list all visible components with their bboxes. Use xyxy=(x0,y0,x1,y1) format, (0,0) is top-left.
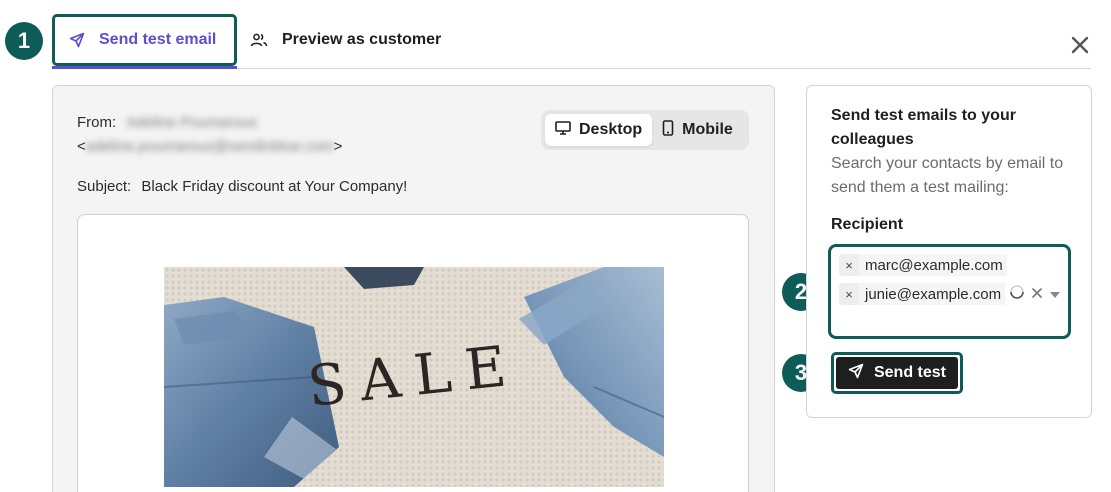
from-label: From: xyxy=(77,114,117,131)
active-tab-indicator xyxy=(52,66,237,69)
sale-hero-image: SALE xyxy=(164,267,664,487)
recipient-input[interactable]: × marc@example.com × junie@example.com xyxy=(828,244,1071,339)
users-icon xyxy=(250,32,268,48)
clear-icon[interactable] xyxy=(1031,286,1043,304)
monitor-icon xyxy=(555,120,571,140)
from-name: Adeline Poumarous xyxy=(126,114,258,131)
recipient-chip: × marc@example.com xyxy=(839,254,1007,276)
subject-label: Subject: xyxy=(77,178,132,195)
tab-send-test-label: Send test email xyxy=(99,31,217,48)
from-address-row: <adeline.poumarous@sendinblue.com> xyxy=(77,138,342,155)
email-preview-panel: From: Adeline Poumarous <adeline.poumaro… xyxy=(52,85,775,492)
recipient-label: Recipient xyxy=(831,216,904,233)
from-address-close: > xyxy=(333,138,343,155)
desktop-label: Desktop xyxy=(579,121,643,138)
send-icon xyxy=(848,363,864,384)
loading-spinner-icon xyxy=(1009,284,1025,305)
email-content-frame: SALE xyxy=(77,214,749,492)
subject-row: Subject: Black Friday discount at Your C… xyxy=(77,178,407,195)
phone-icon xyxy=(662,119,674,141)
send-test-description: Search your contacts by email to send th… xyxy=(831,155,1064,196)
mobile-button[interactable]: Mobile xyxy=(652,114,743,146)
desktop-button[interactable]: Desktop xyxy=(545,114,653,146)
recipient-email: junie@example.com xyxy=(859,283,1006,305)
from-address-open: < xyxy=(77,138,86,155)
send-icon xyxy=(69,32,85,48)
device-toggle: Desktop Mobile xyxy=(541,110,749,150)
chevron-down-icon[interactable] xyxy=(1049,286,1061,304)
tab-send-test-email[interactable]: Send test email xyxy=(52,14,237,66)
step-badge-1: 1 xyxy=(5,22,43,60)
recipient-chip: × junie@example.com xyxy=(839,283,1006,305)
recipient-email: marc@example.com xyxy=(859,254,1007,276)
tab-preview-as-customer[interactable]: Preview as customer xyxy=(250,14,441,66)
close-icon[interactable] xyxy=(1069,34,1091,56)
from-address: adeline.poumarous@sendinblue.com xyxy=(85,138,334,155)
from-row: From: Adeline Poumarous xyxy=(77,114,257,131)
subject-value: Black Friday discount at Your Company! xyxy=(141,178,408,195)
send-test-label: Send test xyxy=(873,364,946,381)
send-test-button[interactable]: Send test xyxy=(836,357,958,389)
recipient-controls xyxy=(1009,284,1061,305)
send-test-highlight: Send test xyxy=(831,352,963,394)
send-test-panel: Send test emails to your colleagues Sear… xyxy=(806,85,1092,418)
remove-recipient-icon[interactable]: × xyxy=(839,287,859,302)
remove-recipient-icon[interactable]: × xyxy=(839,258,859,273)
tab-preview-label: Preview as customer xyxy=(282,31,442,48)
send-test-title: Send test emails to your colleagues xyxy=(831,107,1016,148)
mobile-label: Mobile xyxy=(682,121,733,138)
